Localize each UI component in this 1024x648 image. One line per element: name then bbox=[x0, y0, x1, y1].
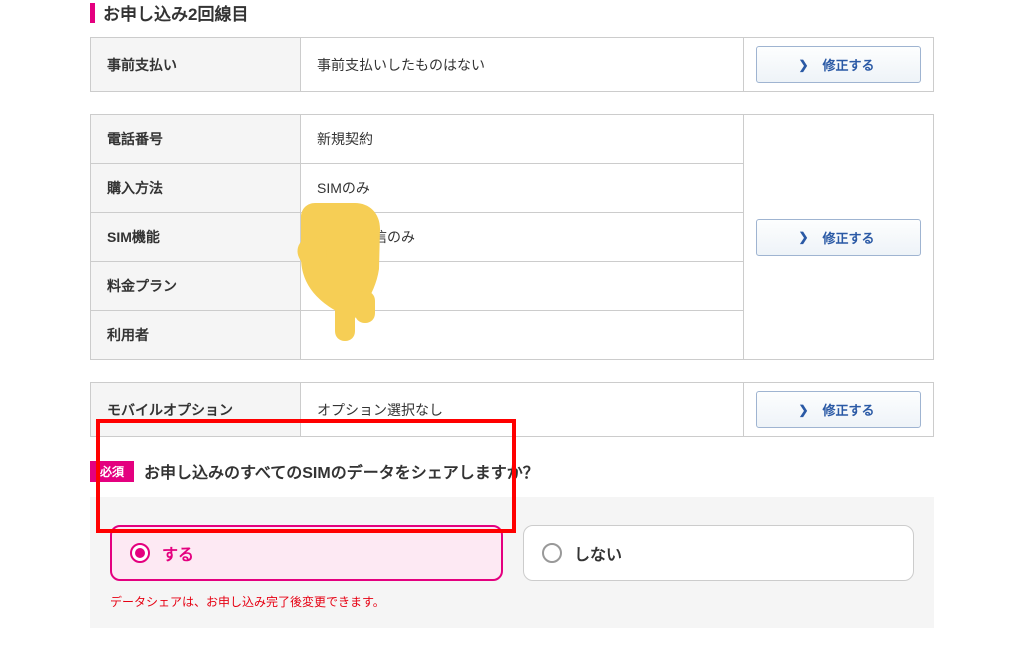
data-share-no[interactable]: しない bbox=[523, 525, 914, 581]
confirm-table-option: モバイルオプション オプション選択なし ❯ 修正する bbox=[90, 382, 934, 437]
row-label: 電話番号 bbox=[91, 115, 301, 164]
section-title: お申し込み2回線目 bbox=[90, 0, 934, 25]
row-label: SIM機能 bbox=[91, 213, 301, 262]
table-row: 事前支払い 事前支払いしたものはない ❯ 修正する bbox=[91, 38, 934, 92]
row-label: 料金プラン bbox=[91, 262, 301, 311]
section-title-text: お申し込み2回線目 bbox=[103, 0, 248, 25]
row-value: SIMのみ bbox=[301, 164, 744, 213]
row-value: 事前支払いしたものはない bbox=[301, 38, 744, 92]
data-share-question: 必須 お申し込みのすべてのSIMのデータをシェアしますか？ する しない データ… bbox=[90, 459, 934, 628]
edit-option-button[interactable]: ❯ 修正する bbox=[756, 391, 921, 428]
option-label: しない bbox=[574, 541, 622, 565]
data-share-yes[interactable]: する bbox=[110, 525, 503, 581]
row-value bbox=[301, 262, 744, 311]
edit-line-button[interactable]: ❯ 修正する bbox=[756, 219, 921, 256]
data-share-panel: する しない データシェアは、お申し込み完了後変更できます。 bbox=[90, 497, 934, 628]
chevron-right-icon: ❯ bbox=[798, 230, 808, 244]
row-value: データ通信のみ bbox=[301, 213, 744, 262]
confirm-table-line: 電話番号 新規契約 ❯ 修正する 購入方法 SIMのみ SIM機能 データ通信の… bbox=[90, 114, 934, 360]
row-value bbox=[301, 311, 744, 360]
option-label: する bbox=[162, 541, 194, 565]
table-row: モバイルオプション オプション選択なし ❯ 修正する bbox=[91, 383, 934, 437]
row-label: 利用者 bbox=[91, 311, 301, 360]
radio-unselected-icon bbox=[542, 543, 562, 563]
edit-button-label: 修正する bbox=[823, 228, 875, 247]
chevron-right-icon: ❯ bbox=[798, 403, 808, 417]
table-row: 電話番号 新規契約 ❯ 修正する bbox=[91, 115, 934, 164]
row-value: オプション選択なし bbox=[301, 383, 744, 437]
question-text: お申し込みのすべてのSIMのデータをシェアしますか？ bbox=[144, 459, 539, 483]
radio-selected-icon bbox=[130, 543, 150, 563]
chevron-right-icon: ❯ bbox=[798, 58, 808, 72]
confirm-table-prepaid: 事前支払い 事前支払いしたものはない ❯ 修正する bbox=[90, 37, 934, 92]
required-badge: 必須 bbox=[90, 461, 134, 482]
edit-prepaid-button[interactable]: ❯ 修正する bbox=[756, 46, 921, 83]
edit-button-label: 修正する bbox=[823, 400, 875, 419]
row-label: 事前支払い bbox=[91, 38, 301, 92]
row-label: 購入方法 bbox=[91, 164, 301, 213]
row-value: 新規契約 bbox=[301, 115, 744, 164]
row-label: モバイルオプション bbox=[91, 383, 301, 437]
edit-button-label: 修正する bbox=[823, 55, 875, 74]
data-share-hint: データシェアは、お申し込み完了後変更できます。 bbox=[110, 593, 914, 610]
